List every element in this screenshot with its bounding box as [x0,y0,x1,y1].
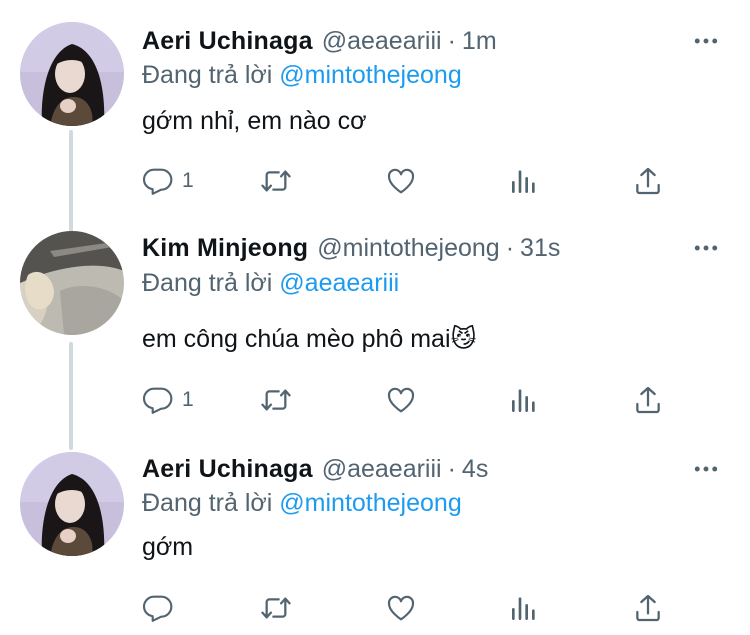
user-handle[interactable]: @aeaeariii [322,455,442,484]
views-icon [508,592,540,624]
avatar[interactable] [20,452,124,556]
separator-dot: · [505,233,515,262]
replying-to: Đang trả lời @aeaeariii [142,269,399,298]
reply-icon [142,384,174,416]
user-handle[interactable]: @mintothejeong [317,234,499,263]
retweet-button[interactable] [260,164,292,198]
tweet-actions: 1 [142,383,682,417]
user-handle[interactable]: @aeaeariii [322,27,442,56]
mention-link[interactable]: @mintothejeong [279,489,461,517]
avatar[interactable] [20,231,124,335]
display-name[interactable]: Kim Minjeong [142,234,308,263]
tweet-header: Aeri Uchinaga @aeaeariii · 4s [142,452,730,486]
timestamp[interactable]: 4s [462,455,488,484]
avatar-aeri-icon [20,22,124,126]
timestamp[interactable]: 1m [462,27,497,56]
more-icon [692,455,720,483]
reply-button[interactable]: 1 [142,164,194,198]
share-icon [632,592,664,624]
replying-prefix: Đang trả lời [142,489,273,517]
more-options-button[interactable] [692,27,720,55]
like-button[interactable] [385,383,417,417]
more-icon [692,27,720,55]
tweet-text: gớm [142,533,193,562]
like-button[interactable] [385,591,417,625]
tweet-text: gớm nhỉ, em nào cơ [142,107,367,136]
views-button[interactable] [508,383,540,417]
views-icon [508,165,540,197]
tweet-text: em công chúa mèo phô mai 😼 [142,324,477,354]
tweet-text-content: gớm nhỉ, em nào cơ [142,107,367,135]
retweet-icon [260,592,292,624]
like-button[interactable] [385,164,417,198]
like-icon [385,165,417,197]
retweet-button[interactable] [260,591,292,625]
reply-count: 1 [182,388,194,411]
display-name[interactable]: Aeri Uchinaga [142,27,313,56]
tweet-actions: 1 [142,164,682,198]
share-icon [632,384,664,416]
more-icon [692,234,720,262]
like-icon [385,592,417,624]
tweet[interactable]: Aeri Uchinaga @aeaeariii · 1m Đang trả l… [0,0,750,215]
reply-button[interactable]: 1 [142,383,194,417]
separator-dot: · [447,454,456,483]
tweet-header: Aeri Uchinaga @aeaeariii · 1m [142,24,730,58]
retweet-button[interactable] [260,383,292,417]
views-icon [508,384,540,416]
more-options-button[interactable] [692,234,720,262]
mention-link[interactable]: @aeaeariii [279,269,399,297]
timestamp[interactable]: 31s [520,234,560,263]
reply-icon [142,592,174,624]
share-button[interactable] [632,383,664,417]
retweet-icon [260,384,292,416]
share-icon [632,165,664,197]
replying-prefix: Đang trả lời [142,269,273,297]
reply-thread: Aeri Uchinaga @aeaeariii · 1m Đang trả l… [0,0,750,635]
tweet[interactable]: Aeri Uchinaga @aeaeariii · 4s Đang trả l… [0,436,750,635]
more-options-button[interactable] [692,455,720,483]
views-button[interactable] [508,164,540,198]
mention-link[interactable]: @mintothejeong [279,61,461,89]
avatar[interactable] [20,22,124,126]
retweet-icon [260,165,292,197]
replying-to: Đang trả lời @mintothejeong [142,489,462,518]
cat-emoji-icon: 😼 [450,325,477,353]
like-icon [385,384,417,416]
tweet-actions [142,591,682,625]
reply-button[interactable] [142,591,182,625]
tweet-text-content: em công chúa mèo phô mai [142,324,451,353]
display-name[interactable]: Aeri Uchinaga [142,455,313,484]
tweet-header: Kim Minjeong @mintothejeong · 31s [142,231,730,265]
replying-prefix: Đang trả lời [142,61,273,89]
avatar-minjeong-icon [20,231,124,335]
share-button[interactable] [632,164,664,198]
views-button[interactable] [508,591,540,625]
reply-icon [142,165,174,197]
share-button[interactable] [632,591,664,625]
separator-dot: · [447,26,456,55]
replying-to: Đang trả lời @mintothejeong [142,61,462,90]
reply-count: 1 [182,169,194,192]
tweet[interactable]: Kim Minjeong @mintothejeong · 31s Đang t… [0,215,750,436]
tweet-text-content: gớm [142,533,194,561]
avatar-aeri-icon [20,452,124,556]
